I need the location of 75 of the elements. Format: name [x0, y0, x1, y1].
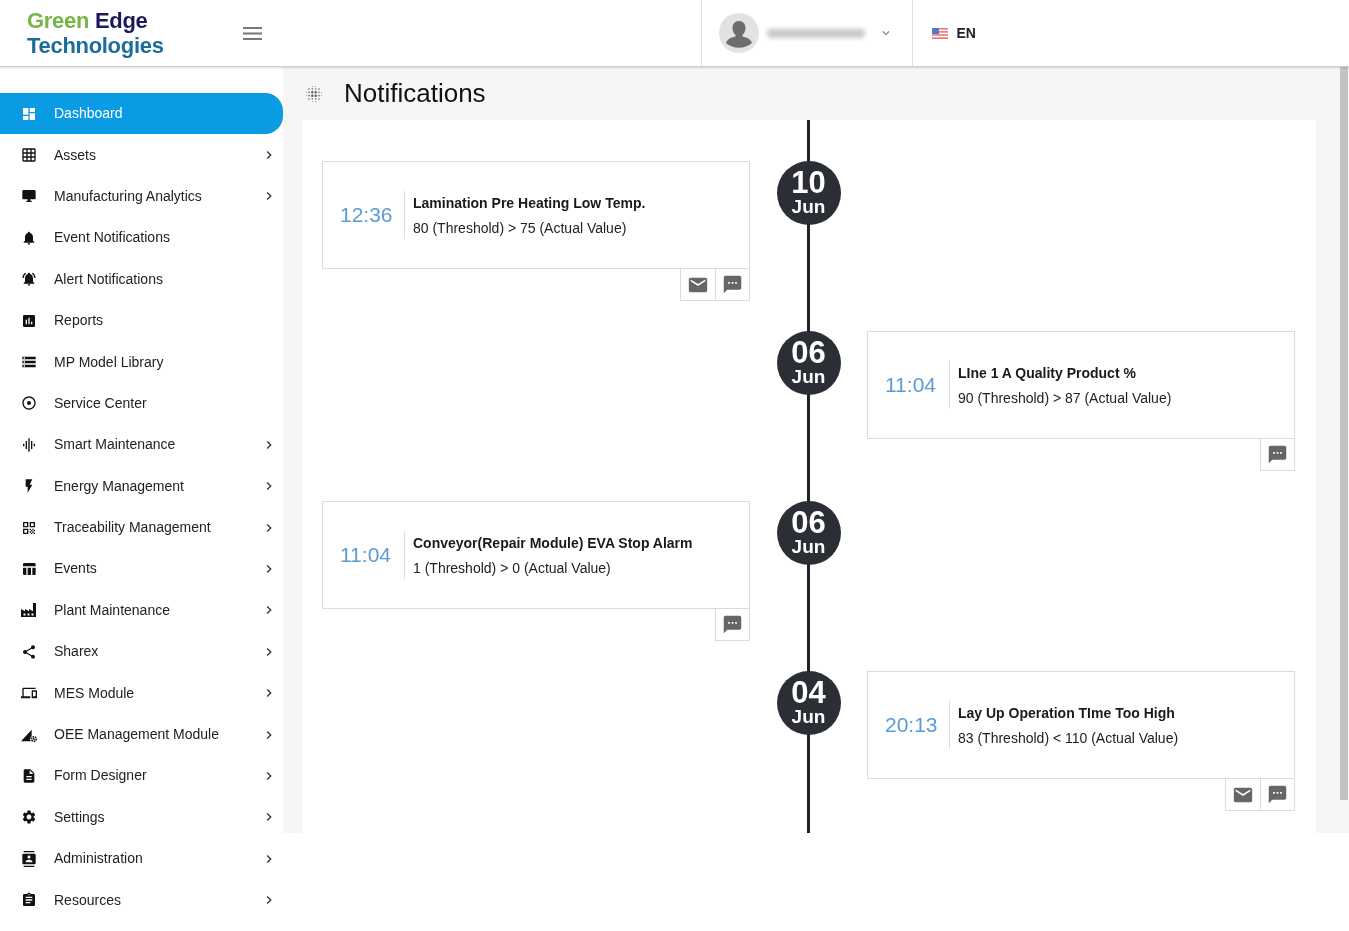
qr-code-icon	[21, 519, 37, 536]
date-month: Jun	[791, 197, 826, 217]
sidebar-item[interactable]: Events	[0, 548, 283, 590]
sidebar-item[interactable]: Energy Management	[0, 465, 283, 507]
date-month: Jun	[791, 367, 826, 387]
notification-detail: 83 (Threshold) < 110 (Actual Value)	[958, 728, 1179, 747]
date-day: 06	[791, 339, 826, 367]
scrollbar-thumb[interactable]	[1340, 67, 1348, 800]
comment-icon	[1267, 444, 1288, 465]
sidebar-item[interactable]: Form Designer	[0, 755, 283, 797]
sidebar-item[interactable]: Service Center	[0, 382, 283, 425]
sidebar-item[interactable]: Administration	[0, 838, 283, 880]
dashboard-icon	[21, 105, 37, 122]
notification-time: 20:13	[885, 712, 939, 739]
sidebar-item[interactable]: Manufacturing Analytics	[0, 175, 283, 218]
date-month: Jun	[791, 537, 826, 557]
logo: Green Edge Technologies	[27, 8, 164, 58]
sidebar-item[interactable]: Sharex	[0, 631, 283, 673]
comment-button[interactable]	[715, 609, 750, 641]
clipboard-icon	[21, 892, 37, 909]
target-icon	[21, 395, 37, 412]
user-menu-button[interactable]	[700, 0, 913, 66]
ringing-bell-icon	[21, 271, 37, 288]
sidebar-item[interactable]: OEE Management Module	[0, 713, 283, 756]
date-day: 10	[791, 169, 826, 197]
comment-icon	[1267, 784, 1288, 805]
sidebar-item[interactable]: Resources	[0, 879, 283, 921]
bar-chart-icon	[21, 312, 37, 329]
sidebar-item[interactable]: Plant Maintenance	[0, 589, 283, 632]
menu-icon	[243, 26, 262, 40]
table-icon	[21, 561, 37, 577]
sidebar-item[interactable]: Alert Notifications	[0, 258, 283, 300]
sidebar-item[interactable]: Traceability Management	[0, 506, 283, 549]
notification-time: 12:36	[340, 202, 394, 229]
notification-title: LIne 1 A Quality Product %	[958, 363, 1137, 382]
sidebar-item[interactable]: MES Module	[0, 672, 283, 714]
sidebar-item[interactable]: Smart Maintenance	[0, 424, 283, 466]
notification-title: Lay Up Operation TIme Too High	[958, 703, 1176, 722]
notification-title: Lamination Pre Heating Low Temp.	[413, 193, 646, 212]
grid-icon	[21, 147, 37, 164]
date-day: 04	[791, 679, 826, 707]
date-day: 06	[791, 509, 826, 537]
factory-icon	[21, 602, 37, 619]
waveform-icon	[21, 436, 37, 453]
notification-time: 11:04	[885, 372, 937, 399]
dots-icon	[304, 83, 324, 104]
email-button[interactable]	[680, 269, 715, 301]
contact-card-icon	[21, 850, 37, 867]
comment-icon	[722, 274, 743, 295]
flag-icon	[931, 27, 948, 39]
monitor-icon	[21, 188, 37, 205]
comment-icon	[722, 614, 743, 635]
avatar-icon	[718, 13, 759, 53]
sidebar-item[interactable]: Reports	[0, 299, 283, 342]
sidebar-item[interactable]: Event Notifications	[0, 217, 283, 259]
date-month: Jun	[791, 707, 826, 727]
notification-detail: 1 (Threshold) > 0 (Actual Value)	[413, 558, 612, 577]
email-button[interactable]	[1225, 779, 1260, 811]
menu-button[interactable]	[243, 26, 262, 40]
share-icon	[21, 643, 37, 660]
language-button[interactable]: EN	[912, 0, 1349, 66]
sidebar-item[interactable]: MP Model Library	[0, 341, 283, 383]
sidebar-item[interactable]: Settings	[0, 796, 283, 839]
document-icon	[21, 767, 37, 784]
bell-icon	[21, 229, 37, 246]
settings-icon	[21, 809, 37, 826]
comment-button[interactable]	[715, 269, 750, 301]
notification-title: Conveyor(Repair Module) EVA Stop Alarm	[413, 533, 693, 552]
notification-time: 11:04	[340, 542, 392, 569]
sidebar-item[interactable]: Assets	[0, 134, 283, 176]
comment-button[interactable]	[1260, 779, 1295, 811]
notification-detail: 90 (Threshold) > 87 (Actual Value)	[958, 388, 1172, 407]
notification-detail: 80 (Threshold) > 75 (Actual Value)	[413, 218, 628, 237]
comment-button[interactable]	[1260, 439, 1295, 471]
page-title: Notifications	[344, 77, 486, 110]
